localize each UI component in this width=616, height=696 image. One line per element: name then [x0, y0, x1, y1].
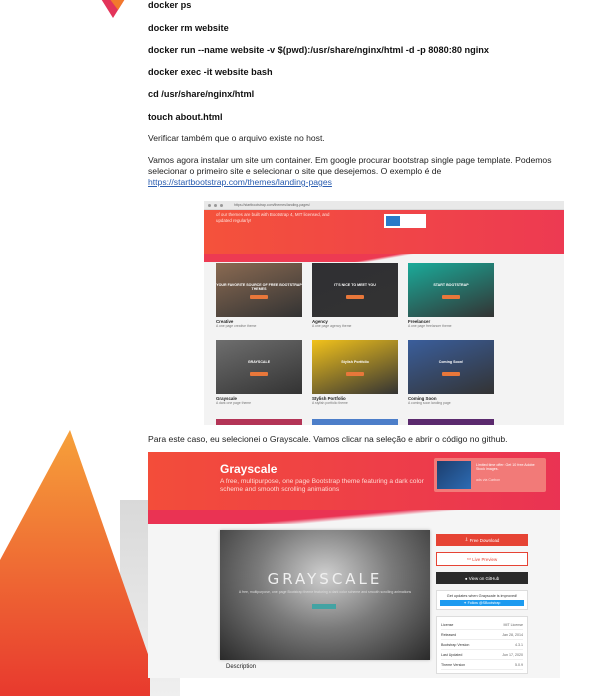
- thumbnail-label: START BOOTSTRAP: [433, 283, 469, 287]
- description-heading: Description: [226, 664, 257, 670]
- info-row: License MIT License: [441, 620, 523, 630]
- reload-icon: [220, 203, 223, 207]
- grayscale-paragraph: Para este caso, eu selecionei o Grayscal…: [148, 434, 508, 444]
- template-subtitle: A stylish portfolio theme: [312, 401, 348, 405]
- grayscale-preview[interactable]: GRAYSCALE A free, multipurpose, one page…: [220, 530, 430, 660]
- preview-button: [312, 604, 336, 609]
- template-subtitle: A one page agency theme: [312, 324, 352, 328]
- ad-caption: ads via Carbon: [476, 478, 501, 482]
- browser-bar: https://startbootstrap.com/themes/landin…: [204, 201, 564, 210]
- info-value: Jun 17, 2020: [502, 652, 523, 657]
- thumbnail-label: YOUR FAVORITE SOURCE OF FREE BOOTSTRAP T…: [216, 283, 302, 291]
- carbon-ad[interactable]: Limited time offer: Get 10 free Adobe St…: [434, 458, 546, 492]
- install-text: Vamos agora instalar um site um containe…: [148, 155, 552, 176]
- thumbnail-label: IT'S NICE TO MEET YOU: [334, 283, 376, 287]
- template-card[interactable]: Stylish Portfolio Stylish Portfolio A styl…: [312, 340, 398, 405]
- template-thumbnail: GRAYSCALE: [216, 340, 302, 394]
- updates-panel: Get updates when Grayscale is improved! …: [436, 590, 528, 610]
- template-card[interactable]: YOUR FAVORITE SOURCE OF FREE BOOTSTRAP T…: [216, 263, 302, 328]
- info-label: Released: [441, 632, 457, 637]
- command-line: docker ps: [148, 0, 192, 10]
- free-download-label: Free Download: [469, 537, 500, 543]
- grayscale-subtitle: A free, multipurpose, one page Bootstrap…: [220, 478, 424, 493]
- command-line: touch about.html: [148, 112, 223, 122]
- template-subtitle: A one page freelancer theme: [408, 324, 452, 328]
- info-row: Released Jan 28, 2014: [441, 630, 523, 640]
- back-icon: [208, 203, 211, 207]
- preview-image: [220, 530, 430, 660]
- template-subtitle: A dark one page theme: [216, 401, 252, 405]
- thumbnail-button: [346, 372, 364, 376]
- follow-button[interactable]: ✦ Follow @SBootstrap: [440, 600, 524, 606]
- hero-text: of our themes are built with Bootstrap 4…: [216, 212, 330, 223]
- info-value: Jan 28, 2014: [502, 632, 523, 637]
- thumbnail-button: [346, 295, 364, 299]
- free-download-button[interactable]: ⇩ Free Download: [436, 534, 528, 546]
- live-preview-button[interactable]: ▭ Live Preview: [436, 552, 528, 566]
- template-thumbnail: START BOOTSTRAP: [408, 263, 494, 317]
- install-paragraph: Vamos agora instalar um site um containe…: [148, 155, 568, 188]
- info-value: MIT License: [503, 622, 523, 627]
- browser-url: https://startbootstrap.com/themes/landin…: [234, 203, 310, 207]
- forward-icon: [214, 203, 217, 207]
- thumbnail-label: Coming Soon!: [438, 360, 464, 364]
- template-subtitle: A coming soon landing page: [408, 401, 451, 405]
- command-line: docker rm website: [148, 23, 229, 33]
- info-label: Last Updated: [441, 652, 463, 657]
- hero-banner: of our themes are built with Bootstrap 4…: [204, 210, 564, 254]
- grayscale-screenshot: Grayscale A free, multipurpose, one page…: [148, 452, 560, 678]
- preview-subtitle: A free, multipurpose, one page Bootstrap…: [238, 590, 412, 594]
- template-thumbnail: YOUR FAVORITE SOURCE OF FREE BOOTSTRAP T…: [216, 263, 302, 317]
- landing-pages-link[interactable]: https://startbootstrap.com/themes/landin…: [148, 177, 332, 187]
- info-label: License: [441, 622, 454, 627]
- preview-logo: GRAYSCALE: [267, 570, 383, 588]
- next-row-preview: [216, 419, 496, 425]
- template-thumbnail: IT'S NICE TO MEET YOU: [312, 263, 398, 317]
- hero-wave: [204, 254, 564, 262]
- command-line: cd /usr/share/nginx/html: [148, 89, 255, 99]
- template-card[interactable]: GRAYSCALE Grayscale A dark one page theme: [216, 340, 302, 405]
- ad-text: Limited time offer: Get 10 free Adobe St…: [476, 463, 535, 472]
- command-line: docker exec -it website bash: [148, 67, 273, 77]
- thumbnail-label: GRAYSCALE: [247, 360, 271, 364]
- template-card[interactable]: IT'S NICE TO MEET YOU Agency A one page ag…: [312, 263, 398, 328]
- info-value: 5.0.9: [515, 662, 523, 667]
- thumbnail-label: Stylish Portfolio: [341, 360, 369, 364]
- info-value: 4.3.1: [515, 642, 523, 647]
- updates-title: Get updates when Grayscale is improved!: [446, 594, 518, 598]
- info-row: Last Updated Jun 17, 2020: [441, 650, 523, 660]
- info-table: License MIT License Released Jan 28, 2014 Bo…: [436, 616, 528, 674]
- ad-box: [384, 214, 426, 228]
- command-line: docker run --name website -v $(pwd):/usr…: [148, 45, 490, 55]
- live-preview-label: Live Preview: [472, 556, 498, 562]
- info-row: Theme Version 5.0.9: [441, 660, 523, 670]
- verify-paragraph: Verificar também que o arquivo existe no…: [148, 133, 325, 143]
- hero-wave: [148, 510, 560, 524]
- info-row: Bootstrap Version 4.3.1: [441, 640, 523, 650]
- thumbnail-button: [250, 295, 268, 299]
- template-thumbnail: Stylish Portfolio: [312, 340, 398, 394]
- info-label: Bootstrap Version: [441, 642, 470, 647]
- grayscale-title: Grayscale: [220, 462, 278, 476]
- sidebar: ⇩ Free Download ▭ Live Preview ● View on…: [436, 534, 528, 674]
- grayscale-hero: Grayscale A free, multipurpose, one page…: [148, 452, 560, 510]
- thumbnail-button: [442, 372, 460, 376]
- template-subtitle: A one page creative theme: [216, 324, 257, 328]
- thumbnail-button: [442, 295, 460, 299]
- ad-image: [437, 461, 471, 489]
- landing-pages-screenshot: https://startbootstrap.com/themes/landin…: [204, 201, 564, 425]
- template-thumbnail: Coming Soon!: [408, 340, 494, 394]
- decorative-orange-shape: [0, 430, 150, 696]
- view-on-github-button[interactable]: ● View on GitHub: [436, 572, 528, 584]
- template-card[interactable]: Coming Soon! Coming Soon A coming soon lan…: [408, 340, 494, 405]
- template-grid: YOUR FAVORITE SOURCE OF FREE BOOTSTRAP T…: [216, 263, 494, 405]
- thumbnail-button: [250, 372, 268, 376]
- template-card[interactable]: START BOOTSTRAP Freelancer A one page free…: [408, 263, 494, 328]
- github-label: View on GitHub: [468, 575, 500, 581]
- decorative-triangle-top: [101, 0, 125, 18]
- info-label: Theme Version: [441, 662, 466, 667]
- follow-label: Follow @SBootstrap: [467, 601, 501, 605]
